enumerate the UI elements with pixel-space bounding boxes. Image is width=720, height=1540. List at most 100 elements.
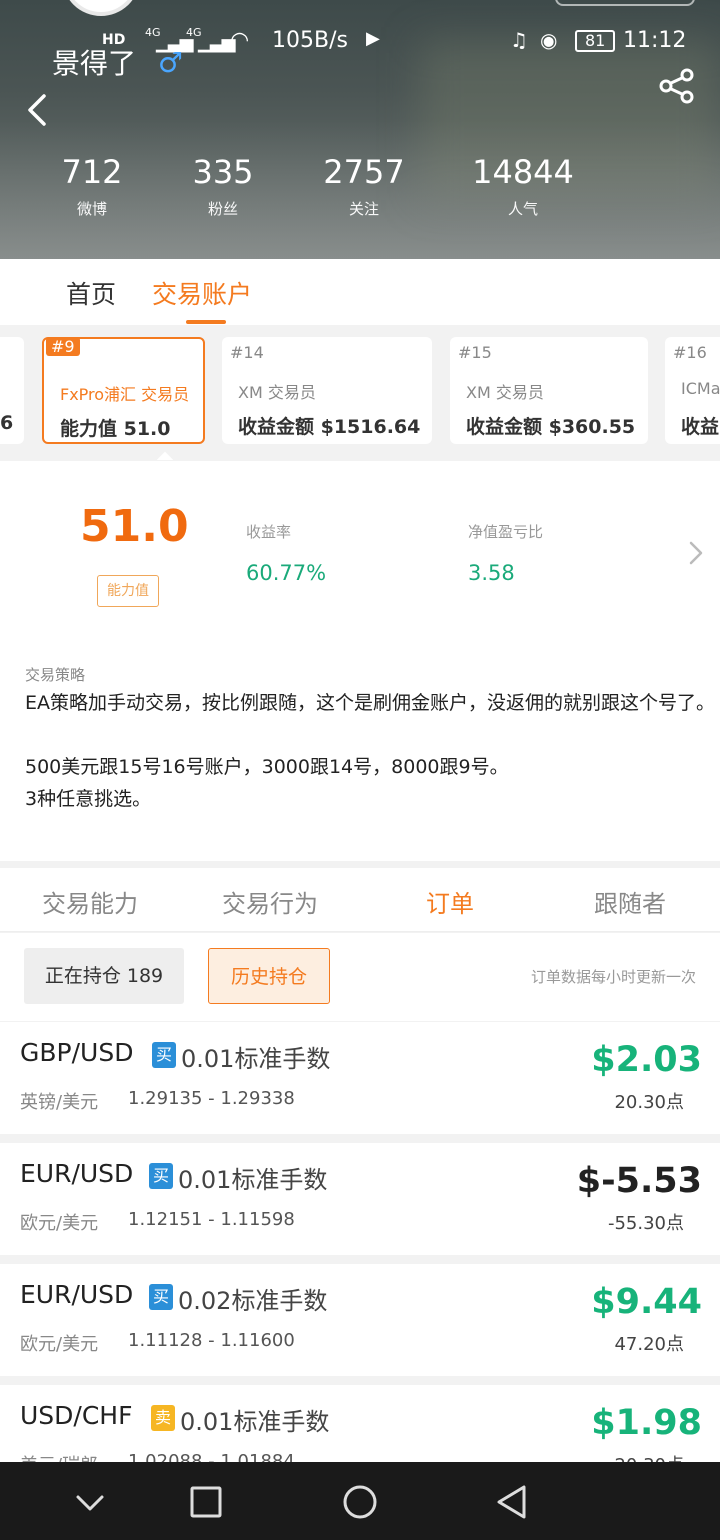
card-broker: ICMa	[681, 379, 720, 398]
strategy-line: 3种任意挑选。	[25, 788, 152, 810]
tab-trading-account[interactable]: 交易账户	[152, 275, 252, 311]
order-pair: GBP/USD	[20, 1038, 134, 1067]
share-icon[interactable]	[658, 68, 696, 104]
tab-followers[interactable]: 跟随者	[540, 884, 720, 919]
history-positions-button[interactable]: 历史持仓	[208, 948, 330, 1004]
score-panel: 51.0 能力值 收益率 60.77% 净值盈亏比 3.58 交易策略 EA策略…	[0, 461, 720, 861]
home-icon[interactable]	[338, 1480, 382, 1524]
order-profit: $9.44	[591, 1282, 702, 1322]
card-broker: FxPro浦汇 交易员	[60, 385, 190, 404]
clock: 11:12	[623, 28, 687, 53]
username: 景得了	[52, 47, 137, 80]
strategy-text: EA策略加手动交易，按比例跟随，这个是刷佣金账户，没返佣的就别跟这个号了。 50…	[25, 687, 715, 815]
back-arrow-icon[interactable]	[20, 90, 60, 130]
order-pair-cn: 欧元/美元	[20, 1213, 99, 1234]
card-metric: 能力值 51.0	[60, 418, 171, 440]
order-lots: 0.02标准手数	[178, 1287, 328, 1315]
card-pointer	[153, 451, 177, 460]
order-pair: EUR/USD	[20, 1280, 134, 1309]
stat-value: 2757	[323, 153, 405, 191]
return-rate-label: 收益率	[246, 523, 292, 541]
equity-ratio-value: 3.58	[468, 561, 515, 585]
play-icon: ▶	[366, 28, 380, 49]
account-card-selected[interactable]: #9 FxPro浦汇 交易员 能力值 51.0	[42, 337, 205, 460]
recent-apps-icon[interactable]	[184, 1480, 228, 1524]
order-profit: $-5.53	[576, 1161, 702, 1201]
profile-stats: 712 微博 335 粉丝 2757 关注 14844 人气	[0, 152, 720, 232]
order-list: GBP/USD 买 0.01标准手数 英镑/美元 1.29135 - 1.293…	[0, 1022, 720, 1462]
order-points: -55.30点	[607, 1213, 684, 1234]
card-metric: 收益	[681, 416, 720, 438]
order-pair-cn: 美元/瑞郎	[20, 1451, 98, 1462]
tab-trading-behavior[interactable]: 交易行为	[180, 884, 360, 919]
card-rank: #14	[230, 343, 264, 362]
ability-tag: 能力值	[97, 575, 159, 607]
order-price-range: 1.12151 - 1.11598	[128, 1209, 295, 1230]
card-broker: XM 交易员	[238, 383, 316, 402]
order-profit: $1.98	[591, 1403, 702, 1443]
headset-icon: ♫	[510, 28, 528, 52]
card-metric: 6	[0, 412, 14, 434]
top-tabs: 首页 交易账户	[0, 259, 720, 325]
system-nav-bar	[0, 1462, 720, 1540]
tab-orders[interactable]: 订单	[360, 884, 540, 919]
order-points: 20.30点	[614, 1092, 684, 1113]
buy-badge: 买	[152, 1042, 176, 1068]
tab-home[interactable]: 首页	[66, 275, 116, 311]
account-cards: 6 #9 FxPro浦汇 交易员 能力值 51.0 #14 XM 交易员 收益金…	[0, 325, 720, 460]
signal-bars-icon-2: ▁▃▅	[198, 32, 236, 53]
stat-fans[interactable]: 335 粉丝	[153, 152, 293, 222]
detail-tabs: 交易能力 交易行为 订单 跟随者	[0, 868, 720, 932]
eye-icon: ◉	[540, 28, 558, 52]
order-row[interactable]: GBP/USD 买 0.01标准手数 英镑/美元 1.29135 - 1.293…	[0, 1022, 720, 1134]
order-profit: $2.03	[591, 1040, 702, 1080]
stat-weibo[interactable]: 712 微博	[22, 152, 162, 222]
open-positions-button[interactable]: 正在持仓 189	[24, 948, 184, 1004]
order-price-range: 1.02088 - 1.01884	[128, 1451, 295, 1462]
avatar[interactable]	[62, 0, 140, 16]
follow-button[interactable]	[555, 0, 695, 6]
ability-score: 51.0	[80, 501, 189, 552]
account-card[interactable]: #15 XM 交易员 收益金额 $360.55	[450, 337, 648, 444]
stat-value: 14844	[472, 153, 574, 191]
order-points: 20.30点	[614, 1451, 684, 1462]
card-metric: 收益金额 $360.55	[466, 416, 636, 438]
return-rate-value: 60.77%	[246, 561, 327, 585]
tab-trading-ability[interactable]: 交易能力	[0, 884, 180, 919]
chevron-right-icon[interactable]	[686, 539, 706, 567]
order-pair-cn: 英镑/美元	[20, 1092, 99, 1113]
network-speed: 105B/s	[272, 28, 348, 53]
strategy-line: EA策略加手动交易，按比例跟随，这个是刷佣金账户，没返佣的就别跟这个号了。	[25, 692, 716, 714]
order-lots: 0.01标准手数	[180, 1408, 330, 1436]
position-filter-bar: 正在持仓 189 历史持仓 订单数据每小时更新一次	[0, 933, 720, 1021]
order-pair: EUR/USD	[20, 1159, 134, 1188]
stat-label: 微博	[76, 200, 107, 218]
account-card[interactable]: #14 XM 交易员 收益金额 $1516.64	[222, 337, 432, 444]
stat-label: 人气	[507, 200, 538, 218]
order-row[interactable]: EUR/USD 买 0.02标准手数 欧元/美元 1.11128 - 1.116…	[0, 1264, 720, 1376]
order-pair-cn: 欧元/美元	[20, 1334, 99, 1355]
stat-following[interactable]: 2757 关注	[294, 152, 434, 222]
order-row[interactable]: EUR/USD 买 0.01标准手数 欧元/美元 1.12151 - 1.115…	[0, 1143, 720, 1255]
order-row[interactable]: USD/CHF 卖 0.01标准手数 美元/瑞郎 1.02088 - 1.018…	[0, 1385, 720, 1462]
order-price-range: 1.11128 - 1.11600	[128, 1330, 295, 1351]
order-lots: 0.01标准手数	[181, 1045, 331, 1073]
order-points: 47.20点	[614, 1334, 684, 1355]
back-triangle-icon[interactable]	[490, 1480, 534, 1524]
male-icon: ♂	[158, 46, 184, 79]
wifi-icon: ◠	[230, 28, 250, 53]
account-card[interactable]: 6	[0, 337, 24, 444]
strategy-line: 500美元跟15号16号账户，3000跟14号，8000跟9号。	[25, 756, 509, 778]
profile-header: HD 4G ▁▃▅ 4G ▁▃▅ ◠ 105B/s ▶ ♫ ◉ 81 11:12…	[0, 0, 720, 259]
card-rank: #16	[673, 343, 707, 362]
buy-badge: 买	[149, 1284, 173, 1310]
chevron-down-icon[interactable]	[68, 1480, 112, 1524]
stat-label: 粉丝	[207, 200, 238, 218]
app-root: HD 4G ▁▃▅ 4G ▁▃▅ ◠ 105B/s ▶ ♫ ◉ 81 11:12…	[0, 0, 720, 1540]
card-rank: #9	[46, 337, 80, 356]
equity-ratio-label: 净值盈亏比	[468, 523, 544, 541]
tab-underline	[186, 320, 226, 324]
update-note: 订单数据每小时更新一次	[530, 968, 696, 986]
stat-value: 712	[61, 153, 123, 191]
account-card[interactable]: #16 ICMa 收益	[665, 337, 720, 444]
